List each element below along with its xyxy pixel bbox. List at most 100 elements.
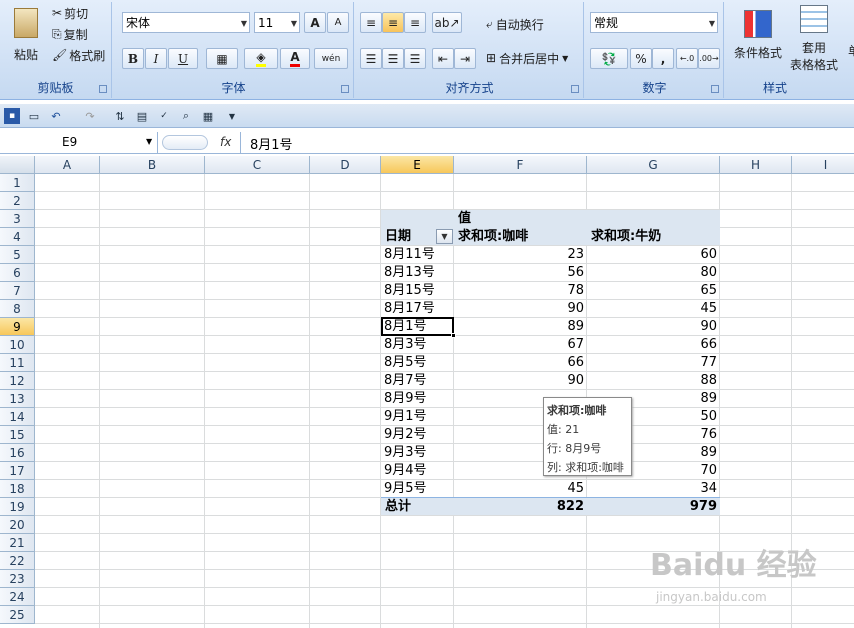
- decrease-indent-button[interactable]: ⇤: [432, 48, 454, 69]
- align-middle-button[interactable]: ≡: [382, 12, 404, 33]
- increase-font-button[interactable]: A: [304, 12, 326, 33]
- pivot-row-date[interactable]: 9月1号: [384, 408, 452, 426]
- bold-button[interactable]: B: [122, 48, 144, 69]
- row-header[interactable]: 20: [0, 516, 35, 534]
- wrap-text-button[interactable]: ⤶ 自动换行: [486, 14, 544, 34]
- underline-button[interactable]: U: [168, 48, 198, 69]
- pivot-milk-header[interactable]: 求和项:牛奶: [591, 228, 719, 246]
- row-header[interactable]: 17: [0, 462, 35, 480]
- format-as-table-button[interactable]: 套用 表格格式: [784, 4, 844, 74]
- pivot-values-header[interactable]: 值: [458, 210, 578, 228]
- row-header[interactable]: 18: [0, 480, 35, 498]
- pivot-total-label[interactable]: 总计: [385, 498, 445, 516]
- column-header[interactable]: A: [35, 156, 100, 174]
- row-header[interactable]: 16: [0, 444, 35, 462]
- pivot-row-date[interactable]: 8月5号: [384, 354, 452, 372]
- row-header[interactable]: 19: [0, 498, 35, 516]
- row-header[interactable]: 10: [0, 336, 35, 354]
- copy-button[interactable]: ⎘ 复制: [52, 25, 88, 43]
- row-header[interactable]: 13: [0, 390, 35, 408]
- pivot-row-coffee[interactable]: 90: [456, 372, 584, 390]
- pivot-row-milk[interactable]: 77: [589, 354, 717, 372]
- row-header[interactable]: 11: [0, 354, 35, 372]
- sort-icon[interactable]: ⇅: [112, 108, 128, 124]
- pivot-row-date[interactable]: 9月5号: [384, 480, 452, 498]
- row-header[interactable]: 5: [0, 246, 35, 264]
- pivot-row-date[interactable]: 9月3号: [384, 444, 452, 462]
- font-color-button[interactable]: A: [280, 48, 310, 69]
- merge-center-button[interactable]: ⊞ 合并后居中 ▼: [486, 48, 568, 68]
- format-painter-button[interactable]: 🖌 格式刷: [52, 46, 105, 64]
- pivot-row-coffee[interactable]: 45: [456, 480, 584, 498]
- row-header[interactable]: 12: [0, 372, 35, 390]
- pivot-row-date[interactable]: 8月17号: [384, 300, 452, 318]
- grid-icon[interactable]: ▦: [200, 108, 216, 124]
- pivot-row-milk[interactable]: 66: [589, 336, 717, 354]
- column-header[interactable]: E: [381, 156, 454, 174]
- formula-input[interactable]: 8月1号: [250, 134, 293, 153]
- pivot-row-date[interactable]: 8月9号: [384, 390, 452, 408]
- formula-divider-handle[interactable]: [162, 135, 208, 150]
- pivot-row-date[interactable]: 8月13号: [384, 264, 452, 282]
- spell-check-icon[interactable]: ✓: [156, 108, 172, 124]
- pivot-row-date[interactable]: 9月4号: [384, 462, 452, 480]
- pivot-row-milk[interactable]: 34: [589, 480, 717, 498]
- redo-icon[interactable]: ↷: [82, 108, 98, 124]
- pivot-row-milk[interactable]: 80: [589, 264, 717, 282]
- active-cell-border[interactable]: [381, 317, 454, 336]
- pivot-row-date[interactable]: 8月3号: [384, 336, 452, 354]
- row-header[interactable]: 4: [0, 228, 35, 246]
- orientation-button[interactable]: ab↗: [432, 12, 462, 33]
- accounting-button[interactable]: 💱: [590, 48, 628, 69]
- column-header[interactable]: D: [310, 156, 381, 174]
- undo-icon[interactable]: ↶: [48, 108, 64, 124]
- pivot-row-date[interactable]: 8月15号: [384, 282, 452, 300]
- pivot-row-milk[interactable]: 45: [589, 300, 717, 318]
- row-header[interactable]: 1: [0, 174, 35, 192]
- pivot-row-coffee[interactable]: 90: [456, 300, 584, 318]
- percent-button[interactable]: %: [630, 48, 652, 69]
- column-header[interactable]: B: [100, 156, 205, 174]
- pivot-row-coffee[interactable]: 56: [456, 264, 584, 282]
- pivot-row-date[interactable]: 9月2号: [384, 426, 452, 444]
- pivot-row-coffee[interactable]: 89: [456, 318, 584, 336]
- new-icon[interactable]: ▭: [26, 108, 42, 124]
- border-button[interactable]: ▦: [206, 48, 238, 69]
- row-header[interactable]: 2: [0, 192, 35, 210]
- pivot-row-milk[interactable]: 90: [589, 318, 717, 336]
- font-size-combo[interactable]: 11 ▼: [254, 12, 300, 33]
- customize-qat-icon[interactable]: ▼: [224, 108, 240, 124]
- pivot-coffee-header[interactable]: 求和项:咖啡: [458, 228, 586, 246]
- phonetic-button[interactable]: wén: [314, 48, 348, 69]
- pivot-date-header[interactable]: 日期: [385, 228, 435, 246]
- save-icon[interactable]: ▪: [4, 108, 20, 124]
- increase-indent-button[interactable]: ⇥: [454, 48, 476, 69]
- row-header[interactable]: 8: [0, 300, 35, 318]
- pivot-row-coffee[interactable]: 66: [456, 354, 584, 372]
- row-header[interactable]: 6: [0, 264, 35, 282]
- pivot-row-coffee[interactable]: 23: [456, 246, 584, 264]
- decrease-font-button[interactable]: A: [327, 12, 349, 33]
- row-header[interactable]: 25: [0, 606, 35, 624]
- row-header[interactable]: 21: [0, 534, 35, 552]
- alignment-launcher[interactable]: [571, 85, 579, 93]
- row-header[interactable]: 7: [0, 282, 35, 300]
- insert-function-icon[interactable]: fx: [220, 135, 231, 149]
- cut-button[interactable]: ✂ 剪切: [52, 4, 88, 22]
- row-header[interactable]: 14: [0, 408, 35, 426]
- number-format-combo[interactable]: 常规 ▼: [590, 12, 718, 33]
- pivot-total-coffee[interactable]: 822: [456, 498, 584, 516]
- comma-button[interactable]: ,: [652, 48, 674, 69]
- row-header[interactable]: 23: [0, 570, 35, 588]
- pivot-total-milk[interactable]: 979: [589, 498, 717, 516]
- filter-dropdown-button[interactable]: ▼: [436, 229, 453, 244]
- pivot-row-coffee[interactable]: 78: [456, 282, 584, 300]
- align-left-button[interactable]: ☰: [360, 48, 382, 69]
- fill-color-button[interactable]: ◈: [244, 48, 278, 69]
- column-header[interactable]: F: [454, 156, 587, 174]
- font-name-combo[interactable]: 宋体 ▼: [122, 12, 250, 33]
- fill-handle[interactable]: [451, 333, 456, 338]
- pivot-row-milk[interactable]: 65: [589, 282, 717, 300]
- clipboard-launcher[interactable]: [99, 85, 107, 93]
- print-preview-icon[interactable]: ⌕: [178, 108, 194, 124]
